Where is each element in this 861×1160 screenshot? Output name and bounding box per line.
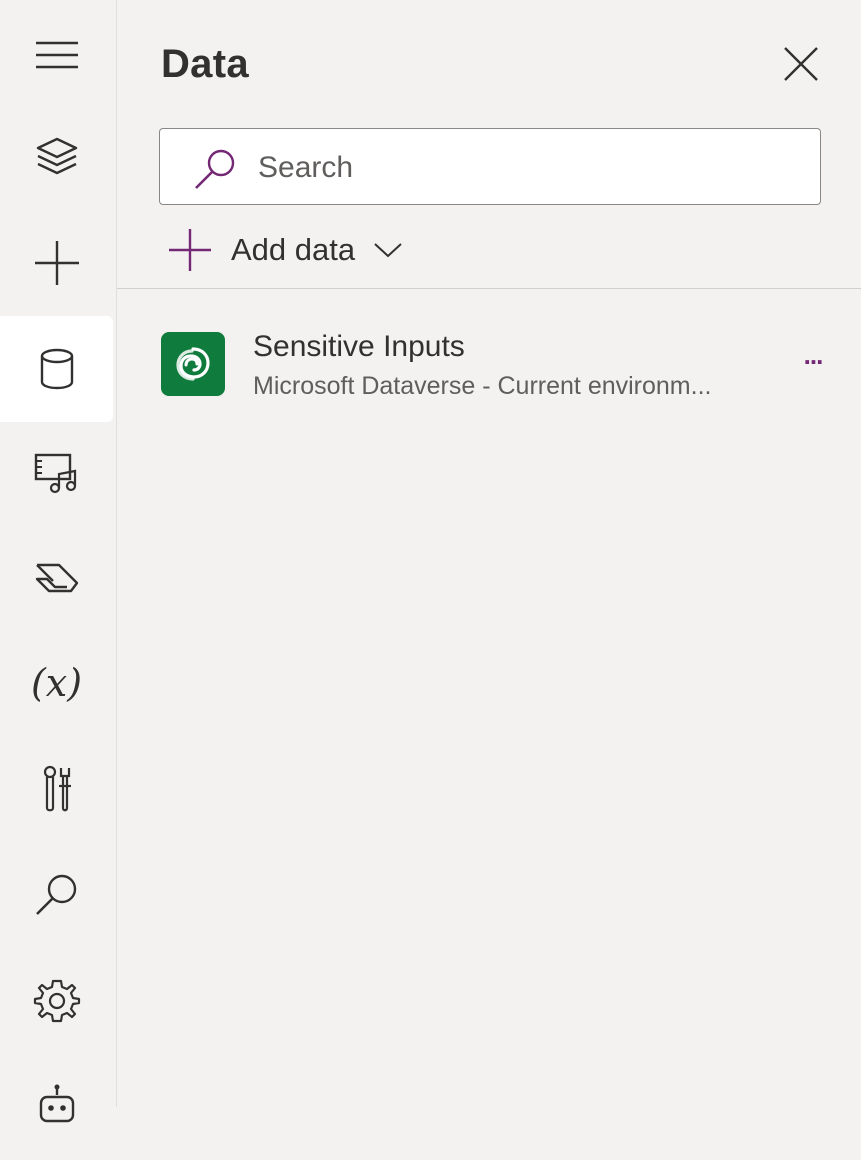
copilot-button[interactable] <box>0 1054 113 1160</box>
search-icon <box>195 149 235 189</box>
variables-button[interactable]: (x) <box>0 630 113 736</box>
media-icon <box>34 453 76 494</box>
power-automate-button[interactable] <box>0 526 113 632</box>
hamburger-menu-icon <box>35 41 78 69</box>
search-box <box>159 128 821 205</box>
advanced-tools-icon <box>43 765 71 812</box>
data-button[interactable] <box>0 316 113 422</box>
data-source-name: Sensitive Inputs <box>253 330 465 363</box>
tree-view-button[interactable] <box>0 104 113 210</box>
more-options-button[interactable]: ... <box>793 340 833 372</box>
hamburger-menu-button[interactable] <box>0 2 113 108</box>
dataverse-icon <box>161 332 225 396</box>
close-icon <box>784 47 818 81</box>
tree-view-layers-icon <box>36 137 77 175</box>
add-data-label: Add data <box>231 232 356 267</box>
search-button[interactable] <box>0 842 113 948</box>
panel-title: Data <box>161 42 249 86</box>
left-nav-rail: (x) <box>0 0 117 1123</box>
search-input[interactable] <box>256 147 800 189</box>
chevron-down-icon <box>374 243 402 258</box>
data-cylinder-icon <box>40 348 73 390</box>
settings-gear-icon <box>33 979 80 1023</box>
add-plus-icon <box>169 229 211 271</box>
advanced-tools-button[interactable] <box>0 736 113 842</box>
media-button[interactable] <box>0 420 113 526</box>
search-icon <box>35 874 76 915</box>
data-panel: Data Add data Sensitive Inputs <box>117 0 861 1107</box>
add-data-button[interactable]: Add data <box>167 222 403 278</box>
data-source-description: Microsoft Dataverse - Current environm..… <box>253 372 712 400</box>
variables-icon: (x) <box>30 661 83 705</box>
data-source-item[interactable]: Sensitive Inputs Microsoft Dataverse - C… <box>161 326 841 406</box>
power-automate-icon <box>35 563 78 593</box>
insert-button[interactable] <box>0 210 113 316</box>
close-panel-button[interactable] <box>777 40 825 88</box>
settings-button[interactable] <box>0 948 113 1054</box>
divider <box>117 288 861 289</box>
copilot-bot-icon <box>39 1084 74 1123</box>
insert-plus-icon <box>34 241 79 285</box>
